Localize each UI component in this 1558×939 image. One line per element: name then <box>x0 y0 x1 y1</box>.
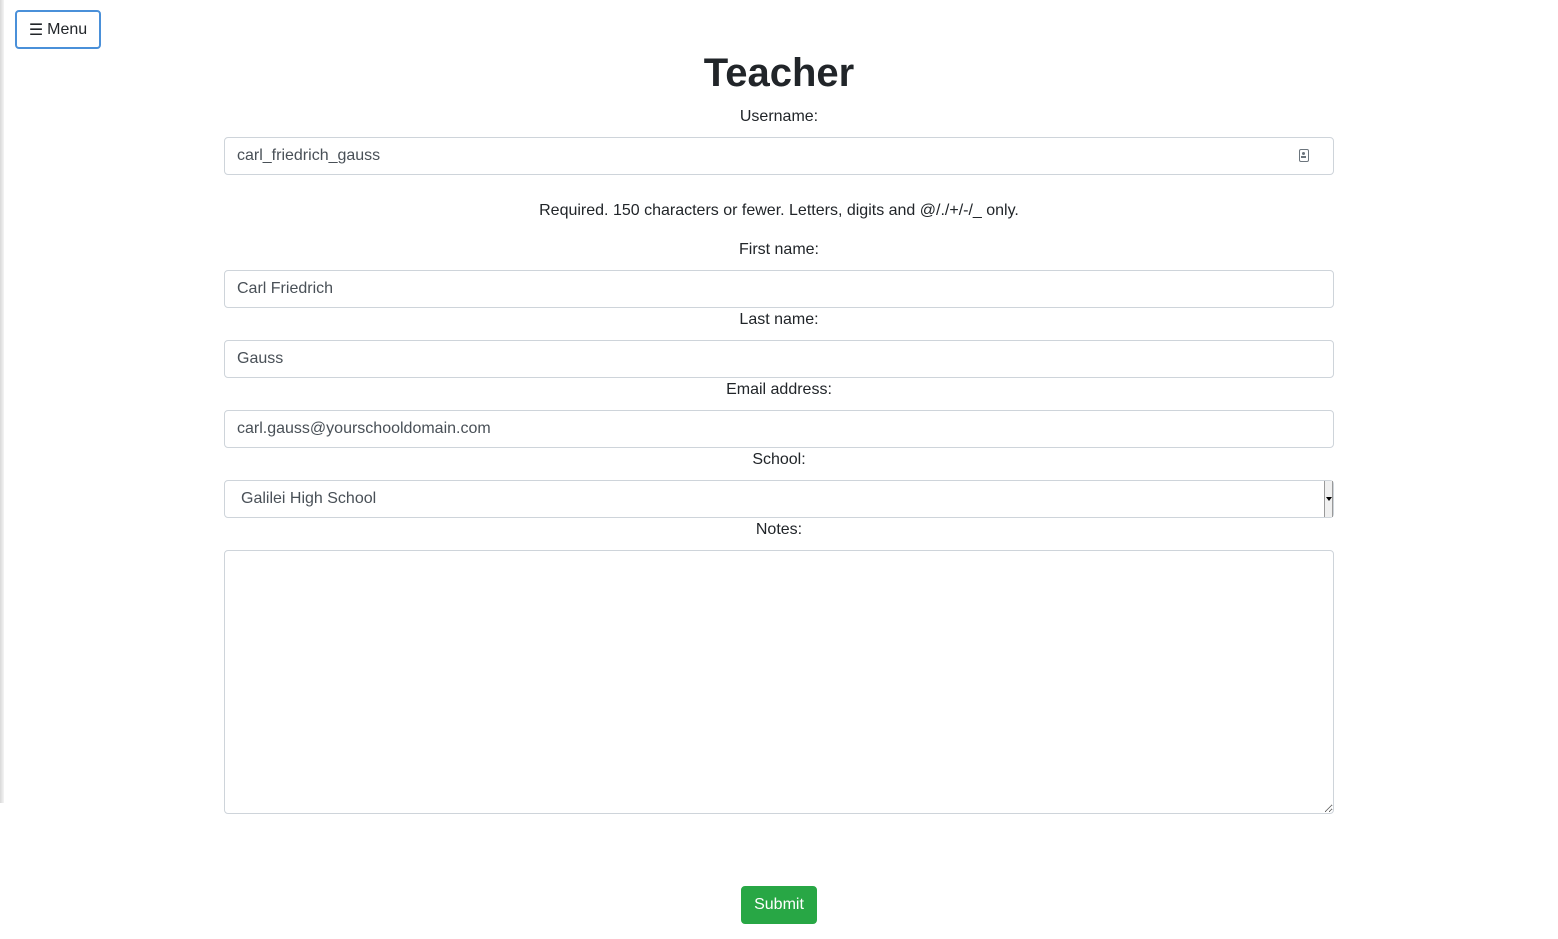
teacher-form-page: ☰ Menu Teacher Username: Required. 150 c… <box>0 0 1558 939</box>
school-select-value: Galilei High School <box>241 490 377 507</box>
menu-button[interactable]: ☰ Menu <box>15 10 101 49</box>
first-name-label: First name: <box>738 241 819 258</box>
email-input[interactable] <box>224 410 1334 448</box>
username-label: Username: <box>739 108 819 125</box>
hamburger-icon: ☰ <box>28 21 44 39</box>
school-select[interactable]: Galilei High School <box>224 480 1334 518</box>
page-title: Teacher <box>703 51 855 95</box>
chevron-down-icon[interactable] <box>1324 481 1333 517</box>
submit-button[interactable]: Submit <box>741 886 817 924</box>
school-label: School: <box>752 451 806 468</box>
username-help-text: Required. 150 characters or fewer. Lette… <box>539 202 1019 219</box>
username-input[interactable] <box>224 137 1334 175</box>
email-label: Email address: <box>726 381 832 398</box>
username-field-wrapper <box>224 137 1334 175</box>
notes-textarea[interactable] <box>224 550 1334 814</box>
first-name-input[interactable] <box>224 270 1334 308</box>
notes-label: Notes: <box>755 521 803 538</box>
contact-card-icon[interactable] <box>1299 149 1309 162</box>
menu-button-label: Menu <box>47 20 88 38</box>
last-name-input[interactable] <box>224 340 1334 378</box>
last-name-label: Last name: <box>739 311 819 328</box>
